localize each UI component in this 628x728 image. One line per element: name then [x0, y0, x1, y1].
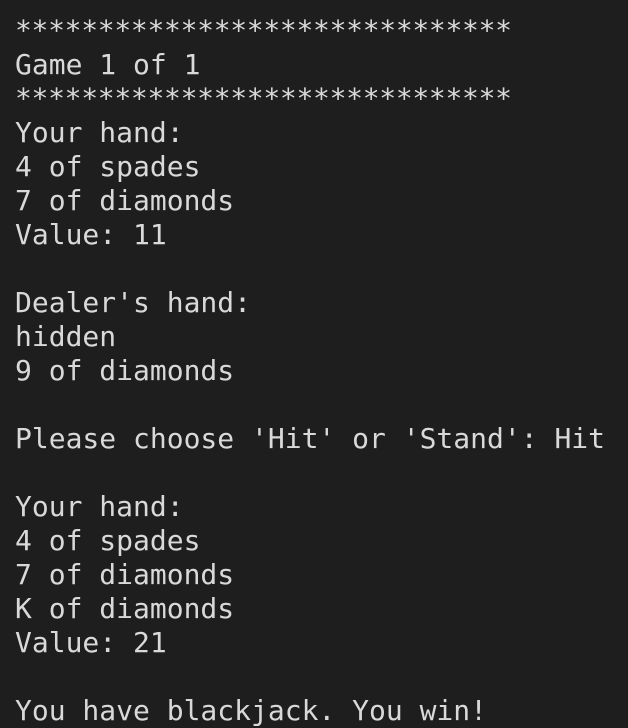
player-card: 4 of spades: [15, 524, 201, 557]
dealer-card: 9 of diamonds: [15, 354, 235, 387]
player-card: K of diamonds: [15, 592, 235, 625]
hit-stand-prompt[interactable]: Please choose 'Hit' or 'Stand': Hit: [15, 422, 628, 456]
banner-separator-bottom: ******************************: [15, 82, 512, 115]
dealer-hand-heading: Dealer's hand:: [15, 286, 252, 319]
player-hand-heading: Your hand:: [15, 116, 184, 149]
banner-separator-top: ******************************: [15, 14, 512, 47]
player-card: 7 of diamonds: [15, 184, 235, 217]
player-hand-value: Value: 11: [15, 218, 167, 251]
player-hand-value: Value: 21: [15, 626, 167, 659]
player-card: 4 of spades: [15, 150, 201, 183]
player-hand-heading: Your hand:: [15, 490, 184, 523]
player-card: 7 of diamonds: [15, 558, 235, 591]
terminal-output: ****************************** Game 1 of…: [0, 0, 628, 728]
dealer-hidden-card: hidden: [15, 320, 117, 353]
game-counter: Game 1 of 1: [15, 48, 201, 81]
game-result-message: You have blackjack. You win!: [15, 694, 488, 727]
